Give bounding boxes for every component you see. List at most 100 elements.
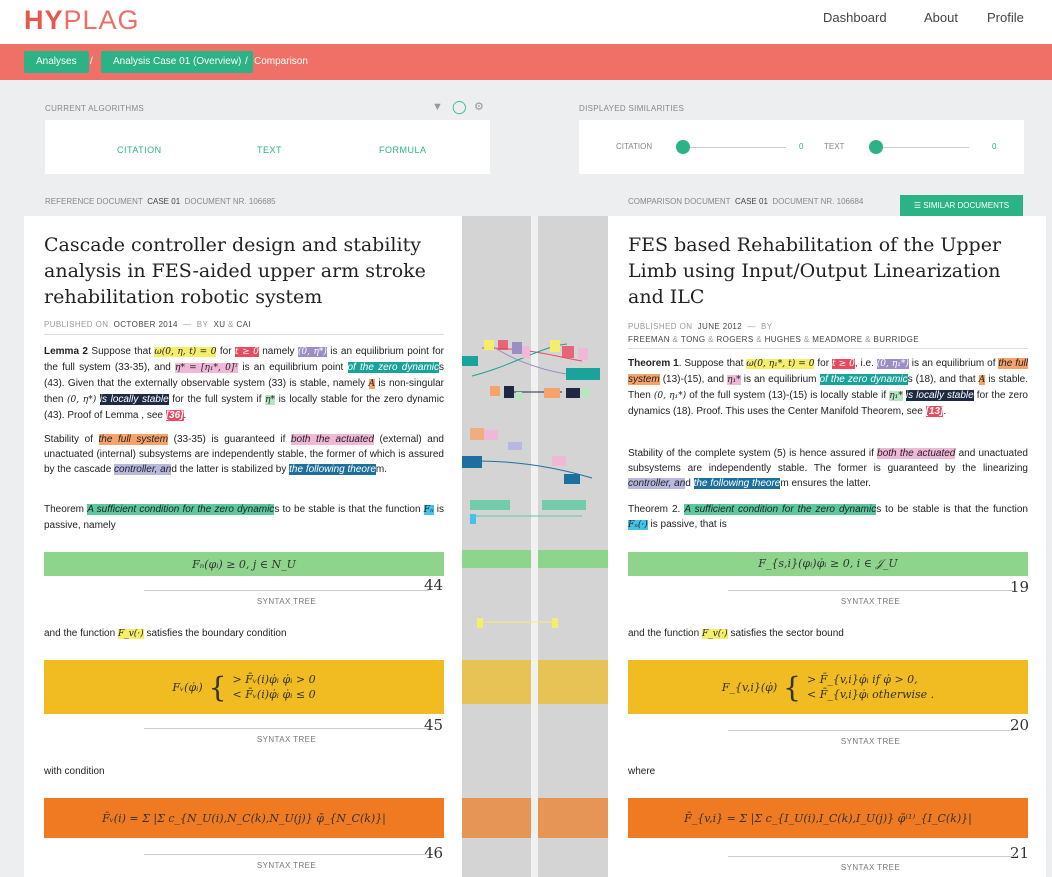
highlight-match[interactable]: ω(0, η₁*, t) = 0 <box>746 359 815 369</box>
citation-reference[interactable]: [36] <box>165 410 184 421</box>
highlight-match[interactable]: F_v(·) <box>117 629 144 639</box>
highlight-match[interactable]: of the zero dynamic <box>819 374 908 385</box>
nav-dashboard[interactable]: Dashboard <box>823 10 887 25</box>
algorithm-citation[interactable]: CITATION <box>117 145 162 155</box>
match-marker[interactable] <box>516 392 522 400</box>
match-marker[interactable] <box>462 456 482 468</box>
match-marker[interactable] <box>470 428 484 440</box>
highlight-match[interactable]: the following theore <box>289 464 376 475</box>
highlight-match[interactable]: Fₙ(·) <box>628 520 648 530</box>
match-marker[interactable] <box>582 388 590 398</box>
match-marker[interactable] <box>462 550 531 568</box>
syntax-tree-link[interactable]: SYNTAX TREE <box>144 590 429 606</box>
text-slider-value: 0 <box>992 142 997 151</box>
match-marker[interactable] <box>470 500 510 510</box>
match-marker[interactable] <box>504 386 514 398</box>
match-marker[interactable] <box>498 340 508 350</box>
highlight-match[interactable]: the full system <box>98 434 169 445</box>
comparison-author[interactable]: MEADMORE <box>812 335 862 344</box>
highlight-match[interactable]: η₁* <box>889 391 903 401</box>
highlight-match[interactable]: controller, an <box>628 478 686 489</box>
breadcrumb-analyses[interactable]: Analyses <box>24 51 89 73</box>
highlight-match[interactable]: ω(0, η, t) = 0 <box>154 347 217 357</box>
nav-about[interactable]: About <box>924 10 958 25</box>
circle-icon[interactable]: ◯ <box>452 99 467 115</box>
match-marker[interactable] <box>484 430 498 440</box>
comparison-author[interactable]: FREEMAN <box>628 335 670 344</box>
match-marker[interactable] <box>508 442 522 450</box>
match-marker[interactable] <box>538 798 608 838</box>
syntax-tree-link[interactable]: SYNTAX TREE <box>728 856 1013 872</box>
text-slider-track[interactable] <box>869 147 969 148</box>
match-marker[interactable] <box>512 342 522 354</box>
comparison-doc-nr: 106684 <box>836 197 864 206</box>
match-marker[interactable] <box>538 550 608 568</box>
match-marker[interactable] <box>544 388 560 398</box>
breadcrumb-case[interactable]: Analysis Case 01 (Overview) <box>101 51 254 73</box>
highlight-match[interactable]: Fₙ <box>423 505 434 515</box>
citation-slider-track[interactable] <box>676 147 786 148</box>
highlight-match[interactable]: A sufficient condition for the zero dyna… <box>87 504 275 515</box>
match-marker[interactable] <box>470 514 476 524</box>
highlight-match[interactable]: t ≥ 0 <box>831 359 855 369</box>
logo[interactable]: HYPLAG <box>24 5 140 36</box>
syntax-tree-link[interactable]: SYNTAX TREE <box>144 854 429 870</box>
comparison-author[interactable]: ROGERS <box>717 335 754 344</box>
highlight-match[interactable]: η* = [η₁*, 0]ᵀ <box>175 363 239 373</box>
match-marker[interactable] <box>462 798 531 838</box>
highlight-match[interactable]: controller, an <box>114 464 172 475</box>
highlight-match[interactable]: F_v(·) <box>701 629 728 639</box>
filter-icon[interactable]: ▼ <box>432 101 443 113</box>
syntax-tree-link[interactable]: SYNTAX TREE <box>144 728 429 744</box>
match-marker[interactable] <box>538 660 608 704</box>
formula-21[interactable]: F̄_{v,i} = Σ |Σ c_{I_U(i),I_C(k),I_U(j)}… <box>628 798 1028 838</box>
match-marker[interactable] <box>562 346 574 358</box>
match-marker[interactable] <box>484 340 494 350</box>
highlight-match[interactable]: η₁* <box>727 375 741 385</box>
nav-profile[interactable]: Profile <box>987 10 1024 25</box>
highlight-match[interactable]: A sufficient condition for the zero dyna… <box>684 504 877 515</box>
match-marker[interactable] <box>552 456 566 466</box>
match-marker[interactable] <box>566 368 600 380</box>
highlight-match[interactable]: is locally stable <box>905 390 974 401</box>
match-marker[interactable] <box>462 660 531 704</box>
match-marker[interactable] <box>490 386 500 396</box>
highlight-match[interactable]: both the actuated <box>877 448 956 459</box>
reference-author[interactable]: CAI <box>236 320 251 329</box>
highlight-match[interactable]: the following theore <box>693 478 781 489</box>
formula-19[interactable]: F_{s,i}(φᵢ)φ̇ᵢ ≥ 0, i ∈ 𝒥_U <box>628 552 1028 576</box>
citation-slider-handle[interactable] <box>676 140 690 154</box>
highlight-match[interactable]: is locally stable <box>99 394 169 405</box>
match-marker[interactable] <box>552 618 558 628</box>
match-marker[interactable] <box>522 346 530 358</box>
syntax-tree-link[interactable]: SYNTAX TREE <box>728 730 1013 746</box>
similar-documents-button[interactable]: ☰ SIMILAR DOCUMENTS <box>900 195 1023 217</box>
formula-46[interactable]: F̄ᵥ(i) = Σ |Σ c_{N_U(i),N_C(k),N_U(j)} φ… <box>44 798 444 838</box>
text-slider-handle[interactable] <box>869 140 883 154</box>
syntax-tree-link[interactable]: SYNTAX TREE <box>728 590 1013 606</box>
match-marker[interactable] <box>477 618 483 628</box>
highlight-match[interactable]: (0, η₁*) <box>876 359 909 369</box>
reference-author[interactable]: XU <box>213 320 225 329</box>
highlight-match[interactable]: both the actuated <box>291 434 374 445</box>
gear-icon[interactable]: ⚙ <box>474 100 484 113</box>
formula-45[interactable]: Fᵥ(φ̇ᵢ) { > F̄ᵥ(i)φ̇ᵢ φ̇ᵢ > 0 < F̄ᵥ(i)φ̇… <box>44 660 444 714</box>
match-marker[interactable] <box>462 356 478 366</box>
comparison-author[interactable]: BURRIDGE <box>874 335 919 344</box>
algorithm-text[interactable]: TEXT <box>257 145 282 155</box>
match-marker[interactable] <box>542 500 586 510</box>
highlight-match[interactable]: η* <box>265 395 276 405</box>
highlight-match[interactable]: of the zero dynamic <box>347 362 440 373</box>
match-marker[interactable] <box>564 474 580 484</box>
formula-20[interactable]: F_{v,i}(φ̇) { > F̄_{v,i}φ̇ᵢ if φ̇ > 0, <… <box>628 660 1028 714</box>
highlight-match[interactable]: (0, η*) <box>297 347 327 357</box>
citation-reference[interactable]: [13] <box>925 406 944 417</box>
comparison-author[interactable]: HUGHES <box>765 335 802 344</box>
match-marker[interactable] <box>566 388 580 398</box>
comparison-author[interactable]: TONG <box>681 335 706 344</box>
highlight-match[interactable]: t ≥ 0 <box>234 347 259 357</box>
algorithm-formula[interactable]: FORMULA <box>379 145 427 155</box>
formula-44[interactable]: Fₙ(φᵢ) ≥ 0, j ∈ N_U <box>44 552 444 576</box>
match-marker[interactable] <box>550 340 560 352</box>
match-marker[interactable] <box>578 348 588 360</box>
